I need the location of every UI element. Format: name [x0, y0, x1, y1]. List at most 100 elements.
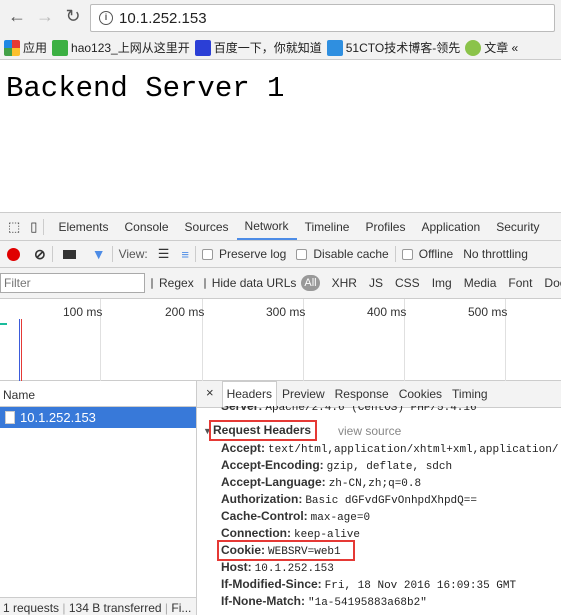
hao123-icon — [52, 39, 69, 56]
capture-screenshots-icon[interactable] — [62, 249, 76, 259]
back-button[interactable]: ← — [6, 6, 28, 27]
header-name: Accept-Encoding: — [221, 458, 324, 472]
filter-bar: Regex Hide data URLs All XHR JS CSS Img … — [0, 268, 561, 299]
filter-js[interactable]: JS — [369, 276, 383, 290]
bookmark-label: 百度一下，你就知道 — [213, 41, 322, 55]
inspect-element-icon[interactable]: ⬚ — [8, 219, 20, 235]
info-icon[interactable]: i — [99, 11, 113, 25]
request-name: 10.1.252.153 — [20, 410, 96, 425]
document-icon — [5, 411, 15, 424]
page-heading: Backend Server 1 — [6, 72, 285, 105]
regex-label: Regex — [159, 276, 194, 290]
header-name: If-None-Match: — [221, 594, 305, 608]
filter-input[interactable] — [0, 273, 145, 293]
tab-console[interactable]: Console — [116, 213, 176, 240]
view-source-link[interactable]: view source — [338, 424, 401, 438]
forward-button[interactable]: → — [34, 6, 56, 27]
tab-response[interactable]: Response — [330, 387, 394, 407]
list-view-icon[interactable]: ☰ — [158, 246, 170, 262]
devtools-tabs: ⬚ ▯ Elements Console Sources Network Tim… — [0, 213, 561, 241]
tick-label: 500 ms — [468, 305, 508, 319]
bookmark-hao123[interactable]: hao123_上网从这里开 — [52, 39, 190, 56]
header-value: "1a-54195883a68b2" — [308, 597, 427, 609]
clear-icon[interactable]: ⊘ — [34, 246, 46, 263]
filter-img[interactable]: Img — [432, 276, 452, 290]
dom-content-loaded-marker — [19, 319, 20, 381]
filter-font[interactable]: Font — [508, 276, 532, 290]
tab-preview[interactable]: Preview — [277, 387, 330, 407]
tab-sources[interactable]: Sources — [177, 213, 237, 240]
filter-xhr[interactable]: XHR — [332, 276, 357, 290]
status-bar: 1 requests | 134 B transferred | Fi... — [0, 597, 196, 615]
highlight-box — [217, 540, 355, 561]
tab-security[interactable]: Security — [488, 213, 547, 240]
header-name: Connection: — [221, 526, 291, 540]
tab-application[interactable]: Application — [413, 213, 488, 240]
throttling-select[interactable]: No throttling — [463, 247, 528, 261]
device-mode-icon[interactable]: ▯ — [30, 219, 37, 235]
tab-headers[interactable]: Headers — [221, 381, 277, 407]
name-column-header[interactable]: Name — [0, 381, 196, 407]
record-icon[interactable] — [7, 247, 20, 261]
request-list: Name 10.1.252.153 1 requests | 134 B tra… — [0, 381, 197, 615]
filter-doc[interactable]: Doc — [544, 276, 561, 290]
regex-checkbox[interactable] — [151, 277, 153, 289]
bookmark-label: 51CTO技术博客-领先 — [345, 41, 461, 55]
header-line: Accept-Encoding: gzip, deflate, sdch — [221, 458, 452, 473]
waterfall-view-icon[interactable]: ≡ — [181, 247, 189, 262]
header-line: Authorization: Basic dGFvdGFvOnhpdXhpdQ== — [221, 492, 477, 507]
tab-timing[interactable]: Timing — [447, 387, 493, 407]
header-name: Authorization: — [221, 492, 303, 506]
timeline-overview[interactable]: 100 ms 200 ms 300 ms 400 ms 500 ms — [0, 299, 561, 381]
request-row[interactable]: 10.1.252.153 — [0, 407, 196, 428]
header-name: Accept: — [221, 441, 266, 455]
header-line: Accept: text/html,application/xhtml+xml,a… — [221, 441, 558, 456]
finish-time: Fi... — [171, 601, 192, 615]
header-value: text/html,application/xhtml+xml,applicat… — [268, 444, 559, 456]
baidu-paw-icon — [194, 39, 211, 56]
tab-timeline[interactable]: Timeline — [297, 213, 358, 240]
request-bar — [0, 323, 7, 325]
view-label: View: — [118, 247, 148, 261]
url-text: 10.1.252.153 — [119, 10, 207, 27]
filter-all[interactable]: All — [301, 275, 320, 291]
filter-css[interactable]: CSS — [395, 276, 420, 290]
preserve-log-checkbox[interactable] — [201, 248, 213, 260]
disable-cache-checkbox[interactable] — [296, 248, 308, 260]
header-name: Cache-Control: — [221, 509, 308, 523]
apps-icon — [4, 39, 20, 56]
bookmark-article[interactable]: 文章 « — [465, 39, 518, 56]
51cto-icon — [326, 39, 343, 56]
header-name: Accept-Language: — [221, 475, 326, 489]
header-value: 10.1.252.153 — [254, 563, 334, 575]
bookmark-baidu[interactable]: 百度一下，你就知道 — [194, 39, 322, 56]
bookmark-apps[interactable]: 应用 — [4, 39, 47, 56]
reload-button[interactable]: ↻ — [62, 6, 84, 27]
tab-profiles[interactable]: Profiles — [357, 213, 413, 240]
tab-cookies[interactable]: Cookies — [394, 387, 447, 407]
header-line: If-Modified-Since: Fri, 18 Nov 2016 16:09… — [221, 577, 516, 592]
header-line: Host: 10.1.252.153 — [221, 560, 334, 575]
close-icon[interactable]: × — [197, 385, 222, 407]
browser-toolbar: ← → ↻ i 10.1.252.153 — [0, 0, 561, 36]
header-line: Cache-Control: max-age=0 — [221, 509, 370, 524]
filter-media[interactable]: Media — [464, 276, 497, 290]
load-marker — [21, 319, 22, 381]
bookmark-51cto[interactable]: 51CTO技术博客-领先 — [326, 39, 461, 56]
hide-data-urls-label: Hide data URLs — [211, 276, 297, 290]
header-value: Fri, 18 Nov 2016 16:09:35 GMT — [324, 580, 517, 592]
header-value: zh-CN,zh;q=0.8 — [328, 478, 422, 490]
article-icon — [465, 39, 482, 56]
bookmark-label: 文章 « — [484, 41, 519, 55]
offline-checkbox[interactable] — [401, 248, 413, 260]
header-line: If-None-Match: "1a-54195883a68b2" — [221, 594, 427, 609]
hide-data-urls-checkbox[interactable] — [203, 277, 206, 289]
disable-cache-label: Disable cache — [313, 247, 389, 261]
filter-icon[interactable]: ▼ — [92, 246, 106, 262]
transferred-size: 134 B transferred — [68, 601, 162, 615]
tab-elements[interactable]: Elements — [50, 213, 116, 240]
address-bar[interactable]: i 10.1.252.153 — [90, 4, 555, 32]
header-value: Basic dGFvdGFvOnhpdXhpdQ== — [305, 495, 477, 507]
tab-network[interactable]: Network — [236, 213, 297, 240]
preserve-log-label: Preserve log — [218, 247, 287, 261]
